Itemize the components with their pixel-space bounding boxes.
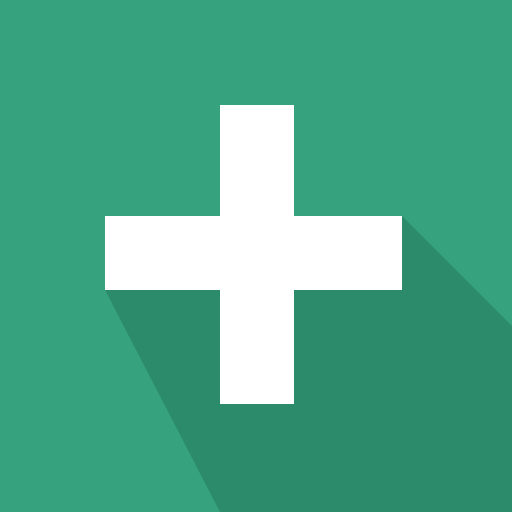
plus-horizontal-bar bbox=[105, 216, 402, 290]
add-tile[interactable] bbox=[0, 0, 512, 512]
plus-icon bbox=[0, 0, 512, 512]
